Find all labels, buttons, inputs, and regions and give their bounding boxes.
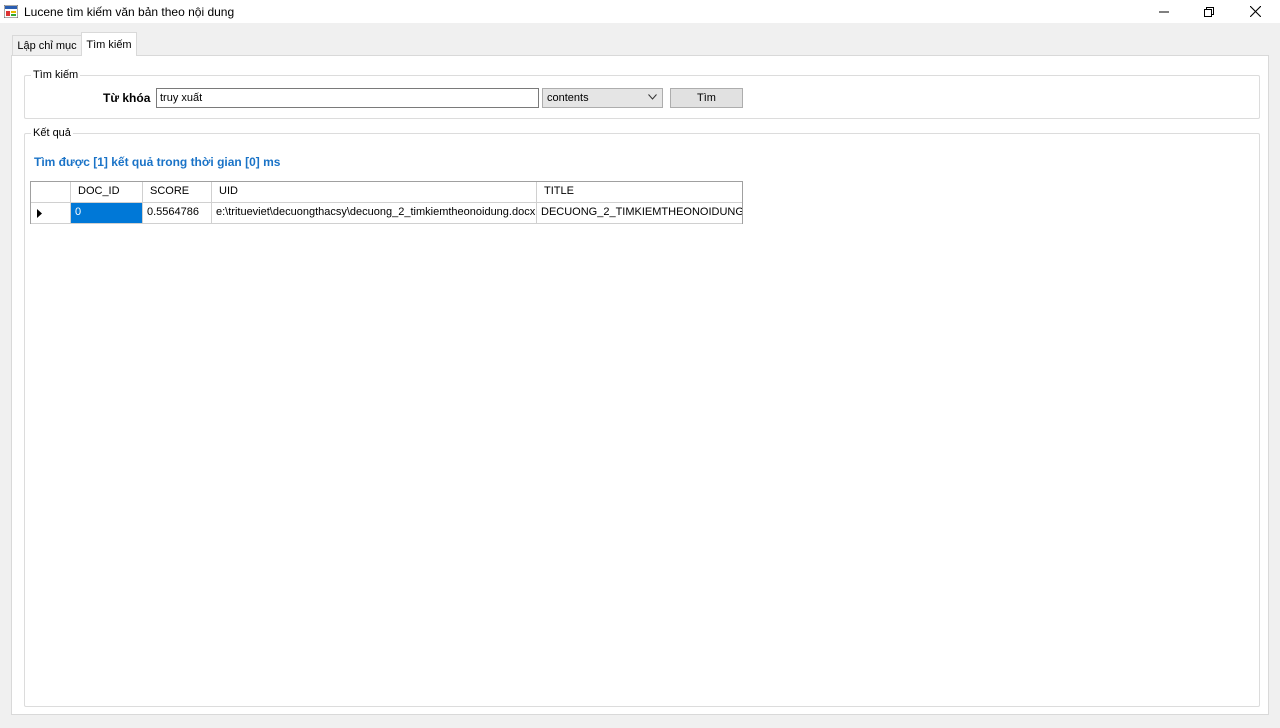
keyword-label: Từ khóa [103,91,151,105]
tab-search[interactable]: Tìm kiếm [81,32,137,56]
header-corner[interactable] [31,182,71,203]
row-header[interactable] [31,203,71,224]
grid-header: DOC_ID SCORE UID TITLE [31,182,742,203]
tab-index[interactable]: Lập chỉ mục [12,35,82,55]
field-select-value: contents [547,92,589,104]
cell-score[interactable]: 0.5564786 [143,203,212,224]
result-group-title: Kết quả [31,127,73,139]
search-button[interactable]: Tìm [670,88,743,108]
column-header-doc-id[interactable]: DOC_ID [71,182,143,203]
close-button[interactable] [1232,0,1278,23]
results-grid[interactable]: DOC_ID SCORE UID TITLE 0 0.5564786 e:\tr… [30,181,743,224]
keyword-input[interactable] [156,88,539,108]
app-icon [4,5,18,18]
current-row-arrow-icon [37,208,42,218]
minimize-icon [1159,11,1169,12]
cell-doc-id[interactable]: 0 [71,203,143,224]
close-icon [1249,6,1261,17]
cell-uid[interactable]: e:\tritueviet\decuongthacsy\decuong_2_ti… [212,203,537,224]
result-status: Tìm được [1] kết quả trong thời gian [0]… [34,155,281,169]
restore-button[interactable] [1186,0,1232,23]
column-header-score[interactable]: SCORE [143,182,212,203]
field-select[interactable]: contents [542,88,663,108]
column-header-uid[interactable]: UID [212,182,537,203]
title-bar: Lucene tìm kiếm văn bản theo nội dung [0,0,1280,23]
cell-title[interactable]: DECUONG_2_TIMKIEMTHEONOIDUNG [537,203,742,224]
minimize-button[interactable] [1141,0,1187,23]
column-header-title[interactable]: TITLE [537,182,742,203]
table-row[interactable]: 0 0.5564786 e:\tritueviet\decuongthacsy\… [31,203,742,224]
search-group-title: Tìm kiếm [31,69,81,81]
window-title: Lucene tìm kiếm văn bản theo nội dung [24,5,235,19]
chevron-down-icon [648,94,657,100]
restore-icon [1204,6,1214,17]
